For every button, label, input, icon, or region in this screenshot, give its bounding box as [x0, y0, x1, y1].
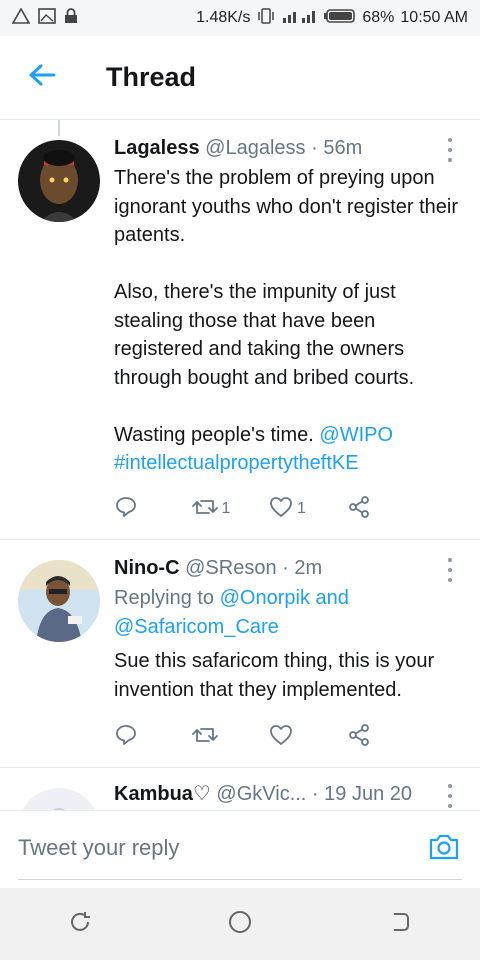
recent-apps-button[interactable] [50, 894, 110, 954]
reply-button[interactable] [114, 495, 192, 524]
status-bar: 1.48K/s 68% 10:50 AM [0, 0, 480, 36]
heart-icon [269, 723, 293, 752]
thread-feed[interactable]: Lagaless @Lagaless · 56m There's the pro… [0, 120, 480, 810]
reply-icon [114, 495, 138, 524]
back-nav-icon [388, 910, 412, 939]
author-handle: @SReson [185, 557, 277, 579]
more-options-button[interactable] [440, 138, 460, 162]
warning-icon [11, 6, 31, 29]
like-count: 1 [297, 500, 306, 517]
hashtag-link[interactable]: #intellectualpropertytheftKE [114, 452, 359, 474]
author-handle: @GkVic... [216, 783, 307, 805]
tweet-header: Nino-C @SReson · 2m [114, 554, 466, 582]
reply-underline [18, 879, 462, 880]
signal-icon [282, 8, 318, 29]
heart-icon [269, 495, 293, 524]
tweet-text: Sue this safaricom thing, this is your i… [114, 650, 435, 701]
tweet-header: Kambua♡ @GkVic... · 19 Jun 20 [114, 780, 466, 808]
arrow-left-icon [28, 63, 56, 92]
app-bar: Thread [0, 36, 480, 120]
battery-icon [324, 8, 356, 29]
tweet-item[interactable]: Lagaless @Lagaless · 56m There's the pro… [0, 120, 480, 540]
system-nav-bar [0, 888, 480, 960]
avatar[interactable] [18, 140, 100, 222]
reply-input[interactable]: Tweet your reply [18, 835, 179, 861]
tweet-text: There's the problem of preying upon igno… [114, 164, 466, 478]
mention-link[interactable]: @WIPO [319, 424, 393, 446]
camera-icon [428, 834, 460, 865]
like-button[interactable]: 1 [269, 495, 347, 524]
home-circle-icon [227, 909, 253, 940]
tweet-time: · 2m [282, 557, 323, 579]
reply-icon [114, 723, 138, 752]
network-speed: 1.48K/s [196, 9, 251, 26]
tweet-item[interactable]: Nino-C @SReson · 2m Replying to @Onorpik… [0, 540, 480, 768]
battery-percent: 68% [362, 9, 395, 26]
image-icon [38, 7, 56, 29]
back-button[interactable] [18, 54, 66, 102]
tweet-header: Lagaless @Lagaless · 56m [114, 134, 466, 162]
tweet-body: There's the problem of preying upon igno… [114, 167, 459, 446]
reply-button[interactable] [114, 723, 192, 752]
avatar[interactable] [18, 788, 100, 810]
retweet-icon [191, 723, 218, 752]
share-icon [347, 495, 371, 524]
clock: 10:50 AM [400, 9, 468, 26]
retweet-button[interactable] [191, 723, 270, 752]
lock-icon [64, 7, 78, 29]
retweet-count: 1 [221, 500, 231, 517]
like-button[interactable] [269, 723, 347, 752]
share-button[interactable] [347, 723, 425, 752]
more-options-button[interactable] [440, 784, 460, 808]
replying-to: Replying to @Onorpik and @Safaricom_Care [114, 584, 466, 641]
back-nav-button[interactable] [370, 894, 430, 954]
author-handle: @Lagaless [205, 137, 306, 159]
share-icon [347, 723, 371, 752]
tweet-actions: 1 1 [114, 494, 424, 524]
author-name[interactable]: Lagaless [114, 137, 200, 159]
author-name[interactable]: Nino-C [114, 557, 180, 579]
tweet-item[interactable]: Kambua♡ @GkVic... · 19 Jun 20 [0, 768, 480, 810]
replying-prefix: Replying to [114, 587, 220, 609]
retweet-icon [191, 495, 218, 524]
recent-apps-icon [68, 910, 92, 939]
camera-button[interactable] [428, 833, 460, 866]
vibrate-icon [256, 7, 276, 29]
more-options-button[interactable] [440, 558, 460, 582]
reply-bar: Tweet your reply [0, 810, 480, 888]
share-button[interactable] [347, 495, 425, 524]
home-button[interactable] [210, 894, 270, 954]
page-title: Thread [106, 62, 197, 92]
author-name[interactable]: Kambua♡ [114, 783, 211, 805]
avatar[interactable] [18, 560, 100, 642]
tweet-time: · 19 Jun 20 [311, 783, 412, 805]
tweet-actions [114, 722, 424, 752]
tweet-time: · 56m [311, 137, 363, 159]
retweet-button[interactable]: 1 [191, 495, 270, 524]
